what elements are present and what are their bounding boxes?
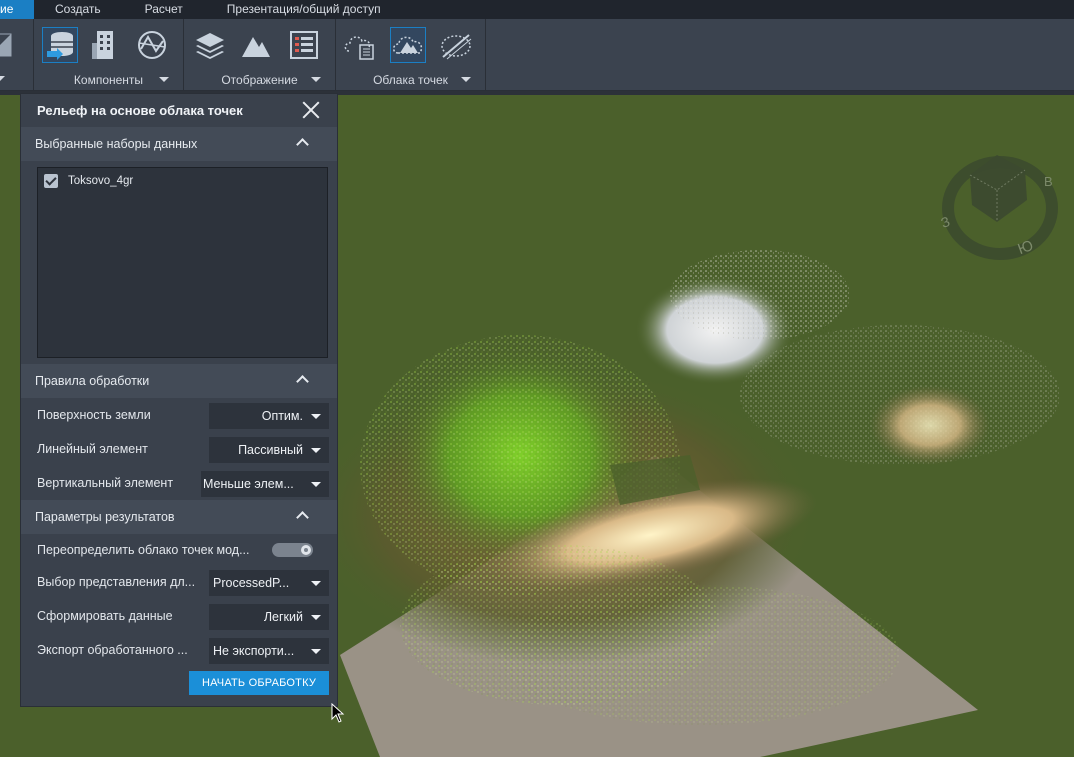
rule-row-ground-surface: Поверхность земли Оптим. xyxy=(21,398,337,432)
tab-home[interactable]: ие xyxy=(0,0,34,19)
start-processing-button[interactable]: НАЧАТЬ ОБРАБОТКУ xyxy=(189,671,329,695)
view-cube-compass[interactable]: З В Ю xyxy=(935,140,1074,270)
rule-label: Линейный элемент xyxy=(37,442,148,456)
terrain-from-point-cloud-panel: Рельеф на основе облака точек Выбранные … xyxy=(20,93,338,707)
section-header-result-parameters[interactable]: Параметры результатов xyxy=(21,500,337,534)
override-toggle[interactable] xyxy=(272,543,313,557)
result-row-export: Экспорт обработанного ... Не экспорти... xyxy=(21,633,337,667)
chevron-up-icon xyxy=(296,511,309,524)
legend-button[interactable] xyxy=(286,27,322,63)
chevron-down-icon xyxy=(461,77,471,82)
list-item[interactable]: Toksovo_4gr xyxy=(44,172,321,190)
ground-surface-select[interactable]: Оптим. xyxy=(209,403,329,429)
globe-icon xyxy=(138,31,166,59)
point-cloud-manager-button[interactable] xyxy=(342,27,378,63)
layers-button[interactable] xyxy=(192,27,228,63)
terrain-from-point-cloud-button[interactable] xyxy=(390,27,426,63)
ribbon-group-partial xyxy=(0,19,34,91)
ribbon-group-label-display[interactable]: Отображение xyxy=(184,73,335,87)
chevron-down-icon[interactable] xyxy=(0,76,5,81)
import-data-button[interactable] xyxy=(42,27,78,63)
ribbon-group-point-clouds: Облака точек xyxy=(336,19,486,91)
tab-presentation-sharing[interactable]: Презентация/общий доступ xyxy=(205,0,403,19)
section-title: Параметры результатов xyxy=(35,510,175,524)
close-icon[interactable] xyxy=(301,100,321,120)
vertical-feature-select[interactable]: Меньше элем... xyxy=(201,471,329,497)
tab-analyze[interactable]: Расчет xyxy=(123,0,205,19)
dataset-checkbox[interactable] xyxy=(44,174,58,188)
result-label: Выбор представления дл... xyxy=(37,575,196,589)
result-row-override: Переопределить облако точек мод... xyxy=(21,534,337,565)
linear-feature-select[interactable]: Пассивный xyxy=(209,437,329,463)
chevron-up-icon xyxy=(296,138,309,151)
rule-label: Вертикальный элемент xyxy=(37,476,174,490)
rule-row-vertical-feature: Вертикальный элемент Меньше элем... xyxy=(21,466,337,500)
list-icon xyxy=(290,31,318,59)
ribbon-group-label-components[interactable]: Компоненты xyxy=(34,73,183,87)
surface-icon xyxy=(0,33,12,57)
ribbon-group-components: Компоненты xyxy=(34,19,184,91)
compass-east-label: В xyxy=(1044,174,1053,189)
panel-title: Рельеф на основе облака точек xyxy=(37,103,243,118)
point-cloud-slice-button[interactable] xyxy=(438,27,474,63)
cloud-slice-icon xyxy=(441,34,472,60)
chevron-down-icon xyxy=(311,77,321,82)
datasets-list[interactable]: Toksovo_4gr xyxy=(37,167,328,358)
cloud-terrain-icon xyxy=(392,36,423,54)
dataset-name: Toksovo_4gr xyxy=(68,175,134,187)
result-label: Сформировать данные xyxy=(37,609,173,623)
toggle-knob xyxy=(301,545,311,555)
chevron-down-icon xyxy=(159,77,169,82)
geolocation-button[interactable] xyxy=(134,27,170,63)
section-title: Правила обработки xyxy=(35,374,150,388)
export-select[interactable]: Не экспорти... xyxy=(209,638,329,664)
result-row-view-selection: Выбор представления дл... ProcessedP... xyxy=(21,565,337,599)
ribbon-group-label-point-clouds[interactable]: Облака точек xyxy=(336,73,485,87)
rule-label: Поверхность земли xyxy=(37,408,151,422)
panel-header: Рельеф на основе облака точек xyxy=(21,94,337,127)
menu-bar: ие Создать Расчет Презентация/общий дост… xyxy=(0,0,1074,19)
result-label: Экспорт обработанного ... xyxy=(37,643,188,657)
mouse-cursor-icon xyxy=(331,703,345,723)
chevron-up-icon xyxy=(296,375,309,388)
terrain-button[interactable] xyxy=(238,27,274,63)
generate-data-select[interactable]: Легкий xyxy=(209,604,329,630)
tab-create[interactable]: Создать xyxy=(34,0,123,19)
cloud-list-icon xyxy=(344,36,374,60)
database-import-icon xyxy=(47,32,73,60)
ribbon-toolbar: Компоненты Отображение Облака точек xyxy=(0,19,1074,91)
building-icon xyxy=(92,31,113,59)
section-header-datasets[interactable]: Выбранные наборы данных xyxy=(21,127,337,161)
override-label: Переопределить облако точек мод... xyxy=(37,542,250,557)
buildings-button[interactable] xyxy=(86,27,122,63)
view-selection-select[interactable]: ProcessedP... xyxy=(209,570,329,596)
layers-icon xyxy=(196,33,224,59)
partial-tool-button[interactable] xyxy=(0,27,18,63)
toggle-dot xyxy=(304,548,308,552)
mountain-icon xyxy=(242,37,270,57)
rule-row-linear-feature: Линейный элемент Пассивный xyxy=(21,432,337,466)
ribbon-group-display: Отображение xyxy=(184,19,336,91)
result-row-generate-data: Сформировать данные Легкий xyxy=(21,599,337,633)
section-header-processing-rules[interactable]: Правила обработки xyxy=(21,364,337,398)
section-title: Выбранные наборы данных xyxy=(35,137,198,151)
